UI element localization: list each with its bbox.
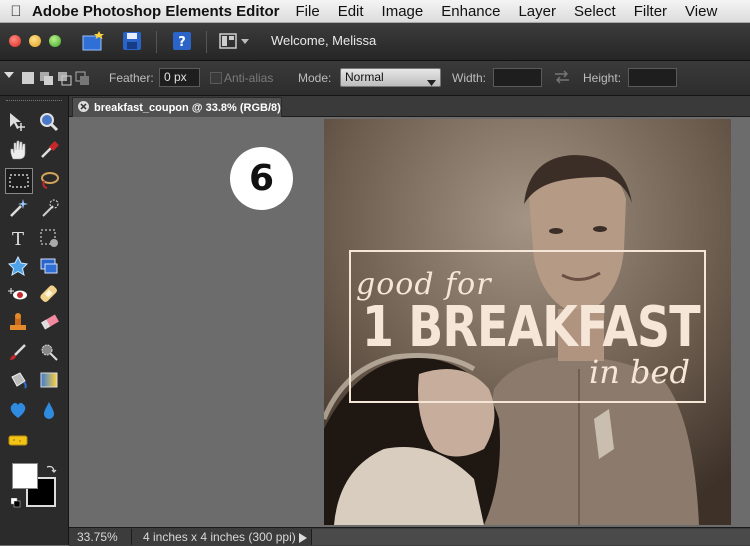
- sponge-tool-icon[interactable]: [5, 428, 31, 452]
- marquee-tool-icon[interactable]: [5, 168, 33, 194]
- blur-tool-icon[interactable]: [5, 398, 31, 422]
- menu-view[interactable]: View: [685, 3, 717, 20]
- height-input[interactable]: [628, 68, 677, 87]
- menu-layer[interactable]: Layer: [518, 3, 556, 20]
- mode-select[interactable]: Normal: [340, 68, 441, 87]
- type-tool-icon[interactable]: T: [5, 226, 31, 250]
- anti-alias-checkbox[interactable]: [210, 72, 222, 84]
- selection-brush-tool-icon[interactable]: [36, 196, 62, 220]
- menu-image[interactable]: Image: [382, 3, 424, 20]
- brush-tool-icon[interactable]: [5, 340, 31, 364]
- close-tab-icon[interactable]: [78, 100, 89, 115]
- anti-alias-label: Anti-alias: [224, 71, 274, 85]
- magic-wand-tool-icon[interactable]: [5, 196, 31, 220]
- document-tab-bar: breakfast_coupon @ 33.8% (RGB/8): [69, 96, 750, 117]
- coupon-photo[interactable]: good for 1 BREAKFAST in bed: [324, 119, 731, 525]
- svg-text:T: T: [12, 229, 24, 249]
- gradient-tool-icon[interactable]: [36, 368, 62, 392]
- eyedropper-tool-icon[interactable]: [36, 138, 62, 162]
- tool-preset-icon[interactable]: [3, 69, 15, 84]
- toolbox-grip[interactable]: [6, 100, 62, 103]
- coupon-line-2: 1 BREAKFAST: [362, 295, 701, 360]
- zoom-tool-icon[interactable]: [36, 110, 62, 134]
- apple-icon[interactable]: : [0, 3, 32, 20]
- close-window-button[interactable]: [9, 35, 21, 47]
- feather-label: Feather:: [109, 71, 154, 85]
- status-bar: 33.75% 4 inches x 4 inches (300 ppi): [69, 527, 750, 546]
- height-label: Height:: [583, 71, 622, 85]
- crop-tool-icon[interactable]: [36, 226, 62, 250]
- menu-bar:  Adobe Photoshop Elements Editor File E…: [0, 0, 750, 23]
- arrange-icon[interactable]: [219, 31, 251, 51]
- step-number-badge: 6: [230, 147, 293, 210]
- default-colors-icon[interactable]: [10, 495, 21, 513]
- welcome-text: Welcome, Melissa: [271, 33, 377, 48]
- menu-enhance[interactable]: Enhance: [441, 3, 500, 20]
- document-tab[interactable]: breakfast_coupon @ 33.8% (RGB/8): [72, 97, 282, 117]
- menu-edit[interactable]: Edit: [338, 3, 364, 20]
- width-input[interactable]: [493, 68, 542, 87]
- clone-stamp-tool-icon[interactable]: [5, 310, 31, 334]
- document-tab-title: breakfast_coupon @ 33.8% (RGB/8): [94, 101, 281, 114]
- coupon-line-3: in bed: [589, 353, 690, 391]
- red-eye-tool-icon[interactable]: [5, 282, 31, 306]
- mode-label: Mode:: [298, 71, 332, 85]
- horizontal-scrollbar[interactable]: [311, 529, 750, 545]
- chevron-down-icon: [427, 75, 436, 89]
- feather-input[interactable]: 0 px: [159, 68, 200, 87]
- svg-text:?: ?: [178, 35, 186, 50]
- healing-brush-tool-icon[interactable]: [36, 282, 62, 306]
- menu-filter[interactable]: Filter: [634, 3, 667, 20]
- app-menu[interactable]: Adobe Photoshop Elements Editor: [32, 3, 280, 20]
- hand-tool-icon[interactable]: [5, 138, 31, 162]
- help-icon[interactable]: ?: [172, 31, 194, 51]
- swap-dimensions-icon[interactable]: [553, 70, 571, 87]
- document-info: 4 inches x 4 inches (300 ppi): [143, 530, 296, 544]
- paint-bucket-tool-icon[interactable]: [5, 368, 31, 392]
- recompose-tool-icon[interactable]: [36, 254, 62, 278]
- foreground-color-swatch[interactable]: [12, 463, 38, 489]
- status-menu-arrow-icon[interactable]: [299, 532, 307, 546]
- custom-shape-tool-icon[interactable]: [5, 254, 31, 278]
- menu-file[interactable]: File: [296, 3, 320, 20]
- mode-select-value: Normal: [345, 70, 384, 84]
- toolbox: T: [0, 96, 69, 545]
- width-label: Width:: [452, 71, 487, 85]
- sharpen-tool-icon[interactable]: [36, 398, 62, 422]
- app-bar: ? Welcome, Melissa: [0, 23, 750, 61]
- zoom-window-button[interactable]: [49, 35, 61, 47]
- menu-select[interactable]: Select: [574, 3, 616, 20]
- move-tool-icon[interactable]: [5, 110, 31, 134]
- new-file-icon[interactable]: [82, 31, 104, 51]
- selection-mode-icons[interactable]: [20, 69, 92, 90]
- save-icon[interactable]: [122, 31, 144, 51]
- zoom-level[interactable]: 33.75%: [77, 530, 118, 544]
- eraser-tool-icon[interactable]: [36, 310, 62, 334]
- minimize-window-button[interactable]: [29, 35, 41, 47]
- lasso-tool-icon[interactable]: [36, 168, 62, 192]
- smart-brush-tool-icon[interactable]: [36, 340, 62, 364]
- tool-options-bar: Feather: 0 px Anti-alias Mode: Normal Wi…: [0, 61, 750, 96]
